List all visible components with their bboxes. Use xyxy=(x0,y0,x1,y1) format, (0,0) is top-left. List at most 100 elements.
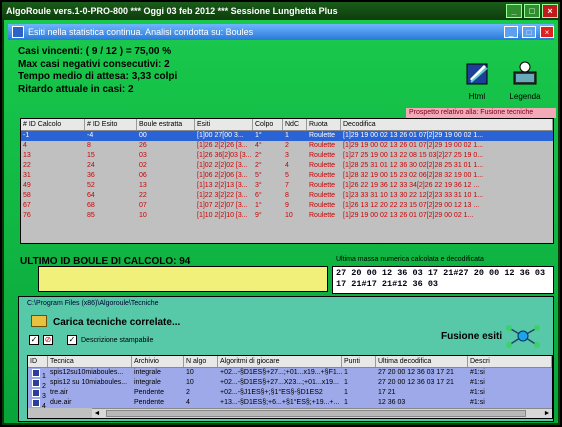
title-bar[interactable]: AlgoRoule vers.1-0-PRO-800 *** Oggi 03 f… xyxy=(2,2,560,20)
sub-close-button[interactable]: × xyxy=(540,26,554,38)
table-row[interactable]: 22 24 02 [1]02 2[2]02 [3... 2° 4 Roulette [1]28… xyxy=(21,161,553,171)
table-cell: 68 xyxy=(87,202,95,209)
col2-id[interactable]: ID xyxy=(28,356,48,367)
table-cell: 49 xyxy=(23,182,31,189)
col-ruota[interactable]: Ruota xyxy=(307,119,341,130)
table-cell: 1° xyxy=(255,132,262,139)
row-checkbox[interactable]: 4 xyxy=(28,398,48,408)
tecniche-panel: C:\Program Files (x86)\Algoroule\Tecnich… xyxy=(18,296,554,422)
table-cell: Roulette xyxy=(309,162,336,169)
col-id-calcolo[interactable]: # ID Calcolo xyxy=(21,119,85,130)
table-cell: Pendente xyxy=(134,389,164,396)
tecniche-table[interactable]: ID Tecnica Archivio N algo Algoritmi di … xyxy=(27,355,553,419)
prohibit-icon[interactable]: ⊘ xyxy=(43,335,53,345)
html-button[interactable]: Html xyxy=(452,60,502,101)
col-colpo[interactable]: Colpo xyxy=(253,119,283,130)
col-id-esito[interactable]: # ID Esito xyxy=(85,119,137,130)
table-cell: 2° xyxy=(255,162,262,169)
table-cell: 36 xyxy=(87,172,95,179)
col-esiti[interactable]: Esiti xyxy=(195,119,253,130)
table-cell: 15 xyxy=(87,152,95,159)
table-cell: 4 xyxy=(285,162,289,169)
legenda-label: Legenda xyxy=(509,92,541,101)
table-cell: Roulette xyxy=(309,172,336,179)
scroll-right-icon[interactable]: ► xyxy=(542,409,552,418)
table-cell: 10 xyxy=(139,212,147,219)
scroll-left-icon[interactable]: ◄ xyxy=(92,409,102,418)
list-item[interactable]: 2 spis12 su 10miaboules... integrale 10 +02.… xyxy=(28,378,552,388)
list-item[interactable]: 1 spis12su10miaboules... integrale 10 +02...… xyxy=(28,368,552,378)
table-row[interactable]: 4 8 26 [1]26 2[2]26 [3... 4° 2 Roulette [1]29 1… xyxy=(21,141,553,151)
table-cell: [1]23 33 31 10 13 30 22 12[2]23 33 31 10… xyxy=(343,192,484,199)
checkbox-icon[interactable] xyxy=(32,379,40,387)
table-cell: [1]26 36[2]03 [3... xyxy=(197,152,252,159)
row-checkbox[interactable]: 2 xyxy=(28,378,48,388)
tecniche-table-header: ID Tecnica Archivio N algo Algoritmi di … xyxy=(28,356,552,368)
col2-ultima-decodifica[interactable]: Ultima decodifica xyxy=(376,356,468,367)
table-cell: 4 xyxy=(186,399,190,406)
row-checkbox[interactable]: 1 xyxy=(28,368,48,378)
legenda-button[interactable]: Legenda xyxy=(500,60,550,101)
table-cell: +13...-§D1ES§;+6...+§1°ES§;+19...+... xyxy=(220,399,340,406)
table-row[interactable]: 58 64 22 [1]22 3[2]22 [3... 6° 8 Roulette [1]23… xyxy=(21,191,553,201)
table-cell: 4° xyxy=(255,142,262,149)
html-label: Html xyxy=(468,92,486,101)
minimize-button[interactable]: _ xyxy=(506,4,522,18)
table-cell: [1]10 2[2]10 [3... xyxy=(197,212,248,219)
sub-maximize-button[interactable]: □ xyxy=(522,26,536,38)
col2-archivio[interactable]: Archivio xyxy=(132,356,184,367)
list-item[interactable]: 4 due.air Pendente 4 +13...-§D1ES§;+6...+§1°… xyxy=(28,398,552,408)
horizontal-scrollbar[interactable]: ◄ ► xyxy=(92,408,552,418)
check-all-icon[interactable]: ✓ xyxy=(29,335,39,345)
checkbox-icon[interactable] xyxy=(32,369,40,377)
stat-casi-vincenti: Casi vincenti: ( 9 / 12 ) = 75,00 % xyxy=(18,46,172,57)
row-id: 4 xyxy=(42,403,46,408)
col2-punti[interactable]: Punti xyxy=(342,356,376,367)
sub-minimize-button[interactable]: _ xyxy=(504,26,518,38)
table-cell: Roulette xyxy=(309,192,336,199)
molecule-icon[interactable] xyxy=(503,323,543,349)
table-cell: 02 xyxy=(139,162,147,169)
table-row[interactable]: -1 -4 00 [1]00 27[00 3... 1° 1 Roulette [1]29 1… xyxy=(21,131,553,141)
table-cell: 64 xyxy=(87,192,95,199)
scroll-thumb[interactable] xyxy=(106,410,526,417)
table-cell: Pendente xyxy=(134,399,164,406)
table-cell: [1]00 27[00 3... xyxy=(197,132,244,139)
close-button[interactable]: × xyxy=(542,4,558,18)
table-cell: 10 xyxy=(186,379,194,386)
checkbox-icon[interactable] xyxy=(32,399,40,407)
row-checkbox[interactable]: 3 xyxy=(28,388,48,398)
table-cell: 12 36 03 xyxy=(378,399,406,406)
col-boule-estratta[interactable]: Boule estratta xyxy=(137,119,195,130)
subwindow-title: Esiti nella statistica continua. Analisi… xyxy=(28,27,254,37)
descrizione-label: Descrizione stampabile xyxy=(81,336,154,344)
descrizione-checkbox[interactable]: ✓ xyxy=(67,335,77,345)
table-cell: 07 xyxy=(139,202,147,209)
carica-tecniche-button[interactable]: Carica tecniche correlate... xyxy=(53,317,180,328)
table-row[interactable]: 13 15 03 [1]26 36[2]03 [3... 2° 3 Roulette [1]2… xyxy=(21,151,553,161)
table-cell: 8 xyxy=(285,192,289,199)
results-table[interactable]: # ID Calcolo # ID Esito Boule estratta E… xyxy=(20,118,554,244)
subwindow-title-bar[interactable]: Esiti nella statistica continua. Analisi… xyxy=(8,24,554,40)
list-item[interactable]: 3 tre.air Pendente 2 +02...-§J1ES§+;§1°ES§-§… xyxy=(28,388,552,398)
col-ndc[interactable]: NdC xyxy=(283,119,307,130)
col-decodifica[interactable]: Decodifica xyxy=(341,119,553,130)
checkbox-icon[interactable] xyxy=(32,389,40,397)
table-cell: 3 xyxy=(285,152,289,159)
table-cell: [1]07 2[2]07 [3... xyxy=(197,202,248,209)
col2-tecnica[interactable]: Tecnica xyxy=(48,356,132,367)
table-row[interactable]: 76 85 10 [1]10 2[2]10 [3... 9° 10 Roulette [1]2… xyxy=(21,211,553,221)
maximize-button[interactable]: □ xyxy=(524,4,540,18)
table-cell: [1]29 19 00 02 13 26 01 07[2]29 00 02 1.… xyxy=(343,212,474,219)
table-row[interactable]: 49 52 13 [1]13 2[2]13 [3... 3° 7 Roulette [1]26… xyxy=(21,181,553,191)
col2-n-algo[interactable]: N algo xyxy=(184,356,218,367)
folder-icon[interactable] xyxy=(31,315,47,327)
table-cell: 58 xyxy=(23,192,31,199)
col2-algoritmi[interactable]: Algoritmi di giocare xyxy=(218,356,342,367)
table-cell: 85 xyxy=(87,212,95,219)
table-cell: [1]06 2[2]06 [3... xyxy=(197,172,248,179)
table-row[interactable]: 67 68 07 [1]07 2[2]07 [3... 1° 9 Roulette [1]26… xyxy=(21,201,553,211)
table-cell: [1]13 2[2]13 [3... xyxy=(197,182,248,189)
table-row[interactable]: 31 36 06 [1]06 2[2]06 [3... 5° 5 Roulette [1]28… xyxy=(21,171,553,181)
col2-descri[interactable]: Descri xyxy=(468,356,552,367)
